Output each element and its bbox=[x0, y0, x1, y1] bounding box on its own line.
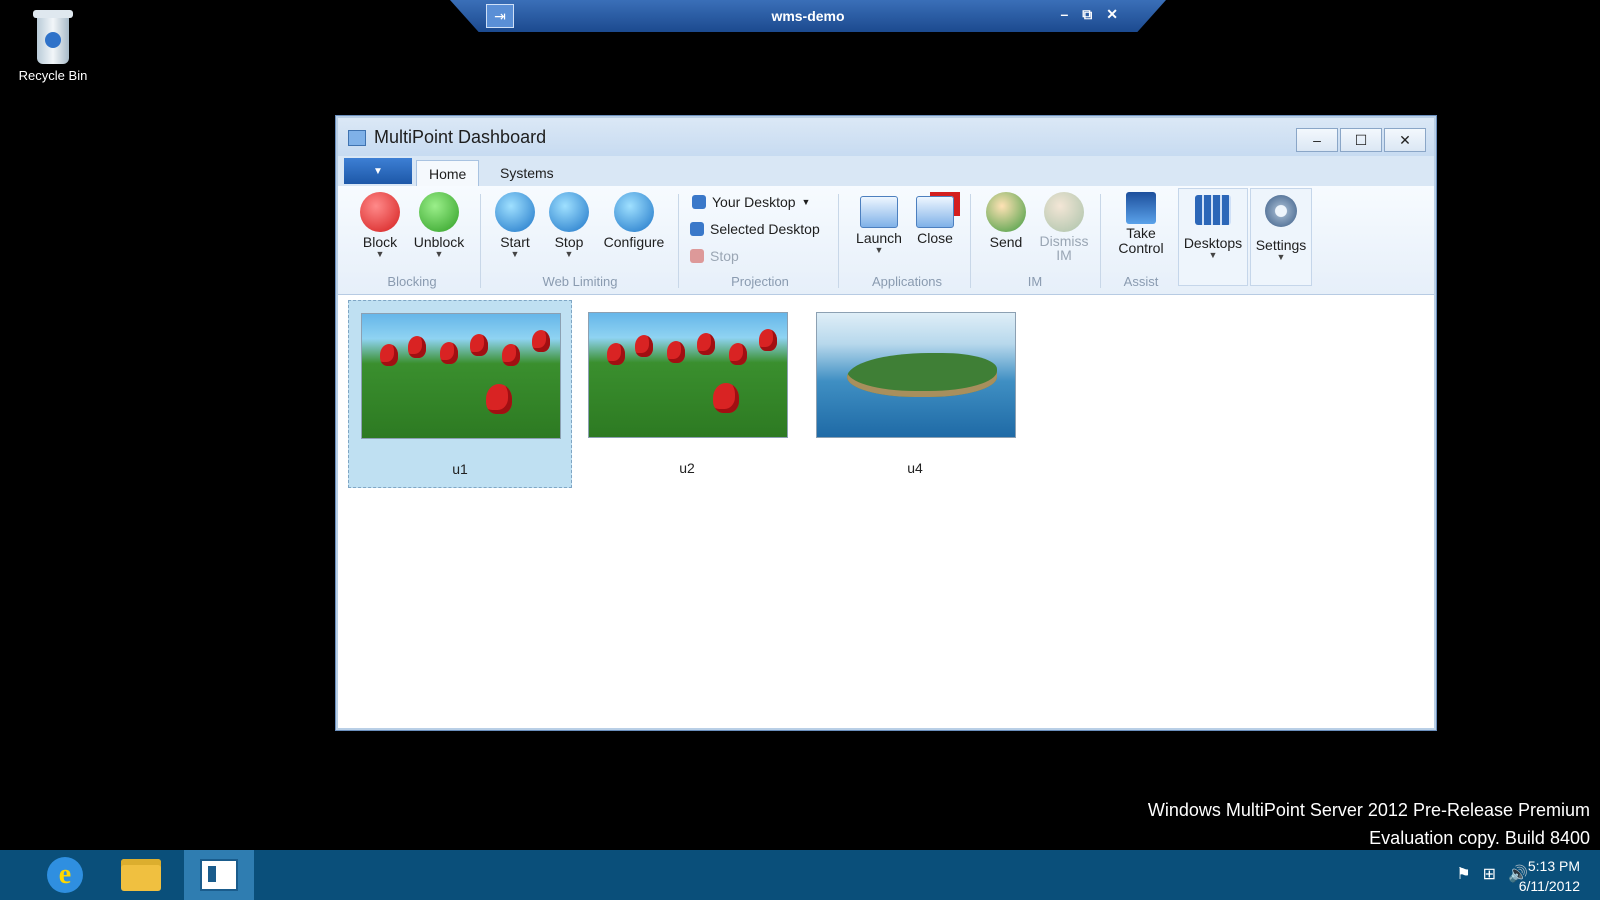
globe-stop-icon bbox=[549, 192, 589, 232]
desktops-button[interactable]: Desktops ▼ bbox=[1178, 188, 1248, 286]
group-label-web-limiting: Web Limiting bbox=[542, 274, 618, 289]
globe-start-icon bbox=[495, 192, 535, 232]
launch-app-icon bbox=[860, 196, 898, 228]
gear-icon bbox=[1265, 195, 1297, 227]
window-titlebar[interactable]: MultiPoint Dashboard – ☐ ✕ bbox=[338, 118, 1434, 156]
stop-projection-icon bbox=[690, 249, 704, 263]
desktop-thumbnails-area: u1 u2 u4 bbox=[338, 296, 1434, 728]
web-start-button[interactable]: Start ▼ bbox=[490, 192, 540, 259]
projection-icon bbox=[692, 195, 706, 209]
desktop-thumbnail bbox=[361, 313, 561, 439]
desktop-tile-u4[interactable]: u4 bbox=[804, 300, 1026, 486]
group-label-blocking: Blocking bbox=[387, 274, 437, 289]
dashboard-icon bbox=[200, 859, 238, 891]
remote-minimize-button[interactable]: – bbox=[1060, 6, 1068, 23]
minimize-button[interactable]: – bbox=[1296, 128, 1338, 152]
group-label-im: IM bbox=[1027, 274, 1043, 289]
remote-session-title: wms-demo bbox=[771, 8, 845, 24]
desktop-thumbnail bbox=[588, 312, 788, 438]
tab-home[interactable]: Home bbox=[416, 160, 480, 187]
settings-button[interactable]: Settings ▼ bbox=[1250, 188, 1312, 286]
folder-icon bbox=[121, 859, 161, 891]
window-title: MultiPoint Dashboard bbox=[374, 127, 547, 147]
group-label-projection: Projection bbox=[731, 274, 789, 289]
tab-systems[interactable]: Systems bbox=[488, 160, 566, 186]
projection-icon bbox=[690, 222, 704, 236]
desktop-tile-label: u2 bbox=[679, 460, 695, 476]
action-center-flag-icon[interactable]: ⚑ bbox=[1456, 864, 1470, 884]
users-dismiss-icon bbox=[1044, 192, 1084, 232]
desktop-tile-label: u4 bbox=[907, 460, 923, 476]
projection-stop-button[interactable]: Stop bbox=[690, 248, 739, 264]
group-label-assist: Assist bbox=[1123, 274, 1159, 289]
web-configure-button[interactable]: Configure bbox=[598, 192, 670, 250]
recycle-bin[interactable]: Recycle Bin bbox=[12, 10, 94, 83]
desktop-tile-u2[interactable]: u2 bbox=[576, 300, 798, 486]
your-desktop-button[interactable]: Your Desktop ▼ bbox=[692, 194, 810, 210]
system-tray: ⚑ ⊞ 🔊 bbox=[1456, 864, 1528, 884]
remote-session-bar: ⇥ wms-demo – ⧉ ✕ bbox=[450, 0, 1166, 32]
taskbar-ie-button[interactable]: e bbox=[30, 850, 100, 900]
take-control-icon bbox=[1126, 192, 1156, 224]
desktop-tile-label: u1 bbox=[452, 461, 468, 477]
dismiss-im-button[interactable]: Dismiss IM bbox=[1034, 192, 1094, 262]
web-stop-button[interactable]: Stop ▼ bbox=[544, 192, 594, 259]
taskbar-dashboard-button[interactable] bbox=[184, 850, 254, 900]
desktops-grid-icon bbox=[1195, 195, 1231, 225]
desktop-thumbnail bbox=[816, 312, 1016, 438]
block-icon bbox=[360, 192, 400, 232]
unblock-icon bbox=[419, 192, 459, 232]
taskbar-clock[interactable]: 5:13 PM 6/11/2012 bbox=[1519, 856, 1580, 896]
maximize-button[interactable]: ☐ bbox=[1340, 128, 1382, 152]
network-icon[interactable]: ⊞ bbox=[1483, 864, 1496, 884]
globe-configure-icon bbox=[614, 192, 654, 232]
windows-watermark: Windows MultiPoint Server 2012 Pre-Relea… bbox=[1147, 800, 1590, 848]
multipoint-dashboard-window: MultiPoint Dashboard – ☐ ✕ ▼ Home System… bbox=[336, 116, 1436, 730]
selected-desktop-button[interactable]: Selected Desktop bbox=[690, 221, 820, 237]
unblock-button[interactable]: Unblock ▼ bbox=[408, 192, 470, 259]
desktop-tile-u1[interactable]: u1 bbox=[348, 300, 572, 488]
recycle-bin-label: Recycle Bin bbox=[18, 68, 88, 83]
take-control-button[interactable]: Take Control bbox=[1106, 192, 1176, 256]
pin-button[interactable]: ⇥ bbox=[486, 4, 514, 28]
remote-close-button[interactable]: ✕ bbox=[1106, 6, 1118, 23]
app-menu-button[interactable]: ▼ bbox=[344, 158, 412, 184]
close-app-button[interactable]: Close bbox=[908, 192, 962, 246]
send-im-button[interactable]: Send bbox=[978, 192, 1034, 250]
remote-restore-button[interactable]: ⧉ bbox=[1082, 6, 1092, 23]
internet-explorer-icon: e bbox=[47, 857, 83, 893]
ribbon: Block ▼ Unblock ▼ Blocking Start ▼ Stop ▼ Co… bbox=[338, 186, 1434, 295]
taskbar: e ⚑ ⊞ 🔊 5:13 PM 6/11/2012 bbox=[0, 850, 1600, 900]
users-send-icon bbox=[986, 192, 1026, 232]
close-app-icon bbox=[916, 196, 954, 228]
taskbar-explorer-button[interactable] bbox=[106, 850, 176, 900]
launch-button[interactable]: Launch ▼ bbox=[850, 192, 908, 255]
block-button[interactable]: Block ▼ bbox=[354, 192, 406, 259]
group-label-applications: Applications bbox=[871, 274, 943, 289]
dashboard-app-icon bbox=[348, 130, 366, 146]
close-button[interactable]: ✕ bbox=[1384, 128, 1426, 152]
ribbon-tabs: ▼ Home Systems bbox=[338, 156, 1434, 187]
recycle-bin-icon bbox=[33, 10, 73, 64]
